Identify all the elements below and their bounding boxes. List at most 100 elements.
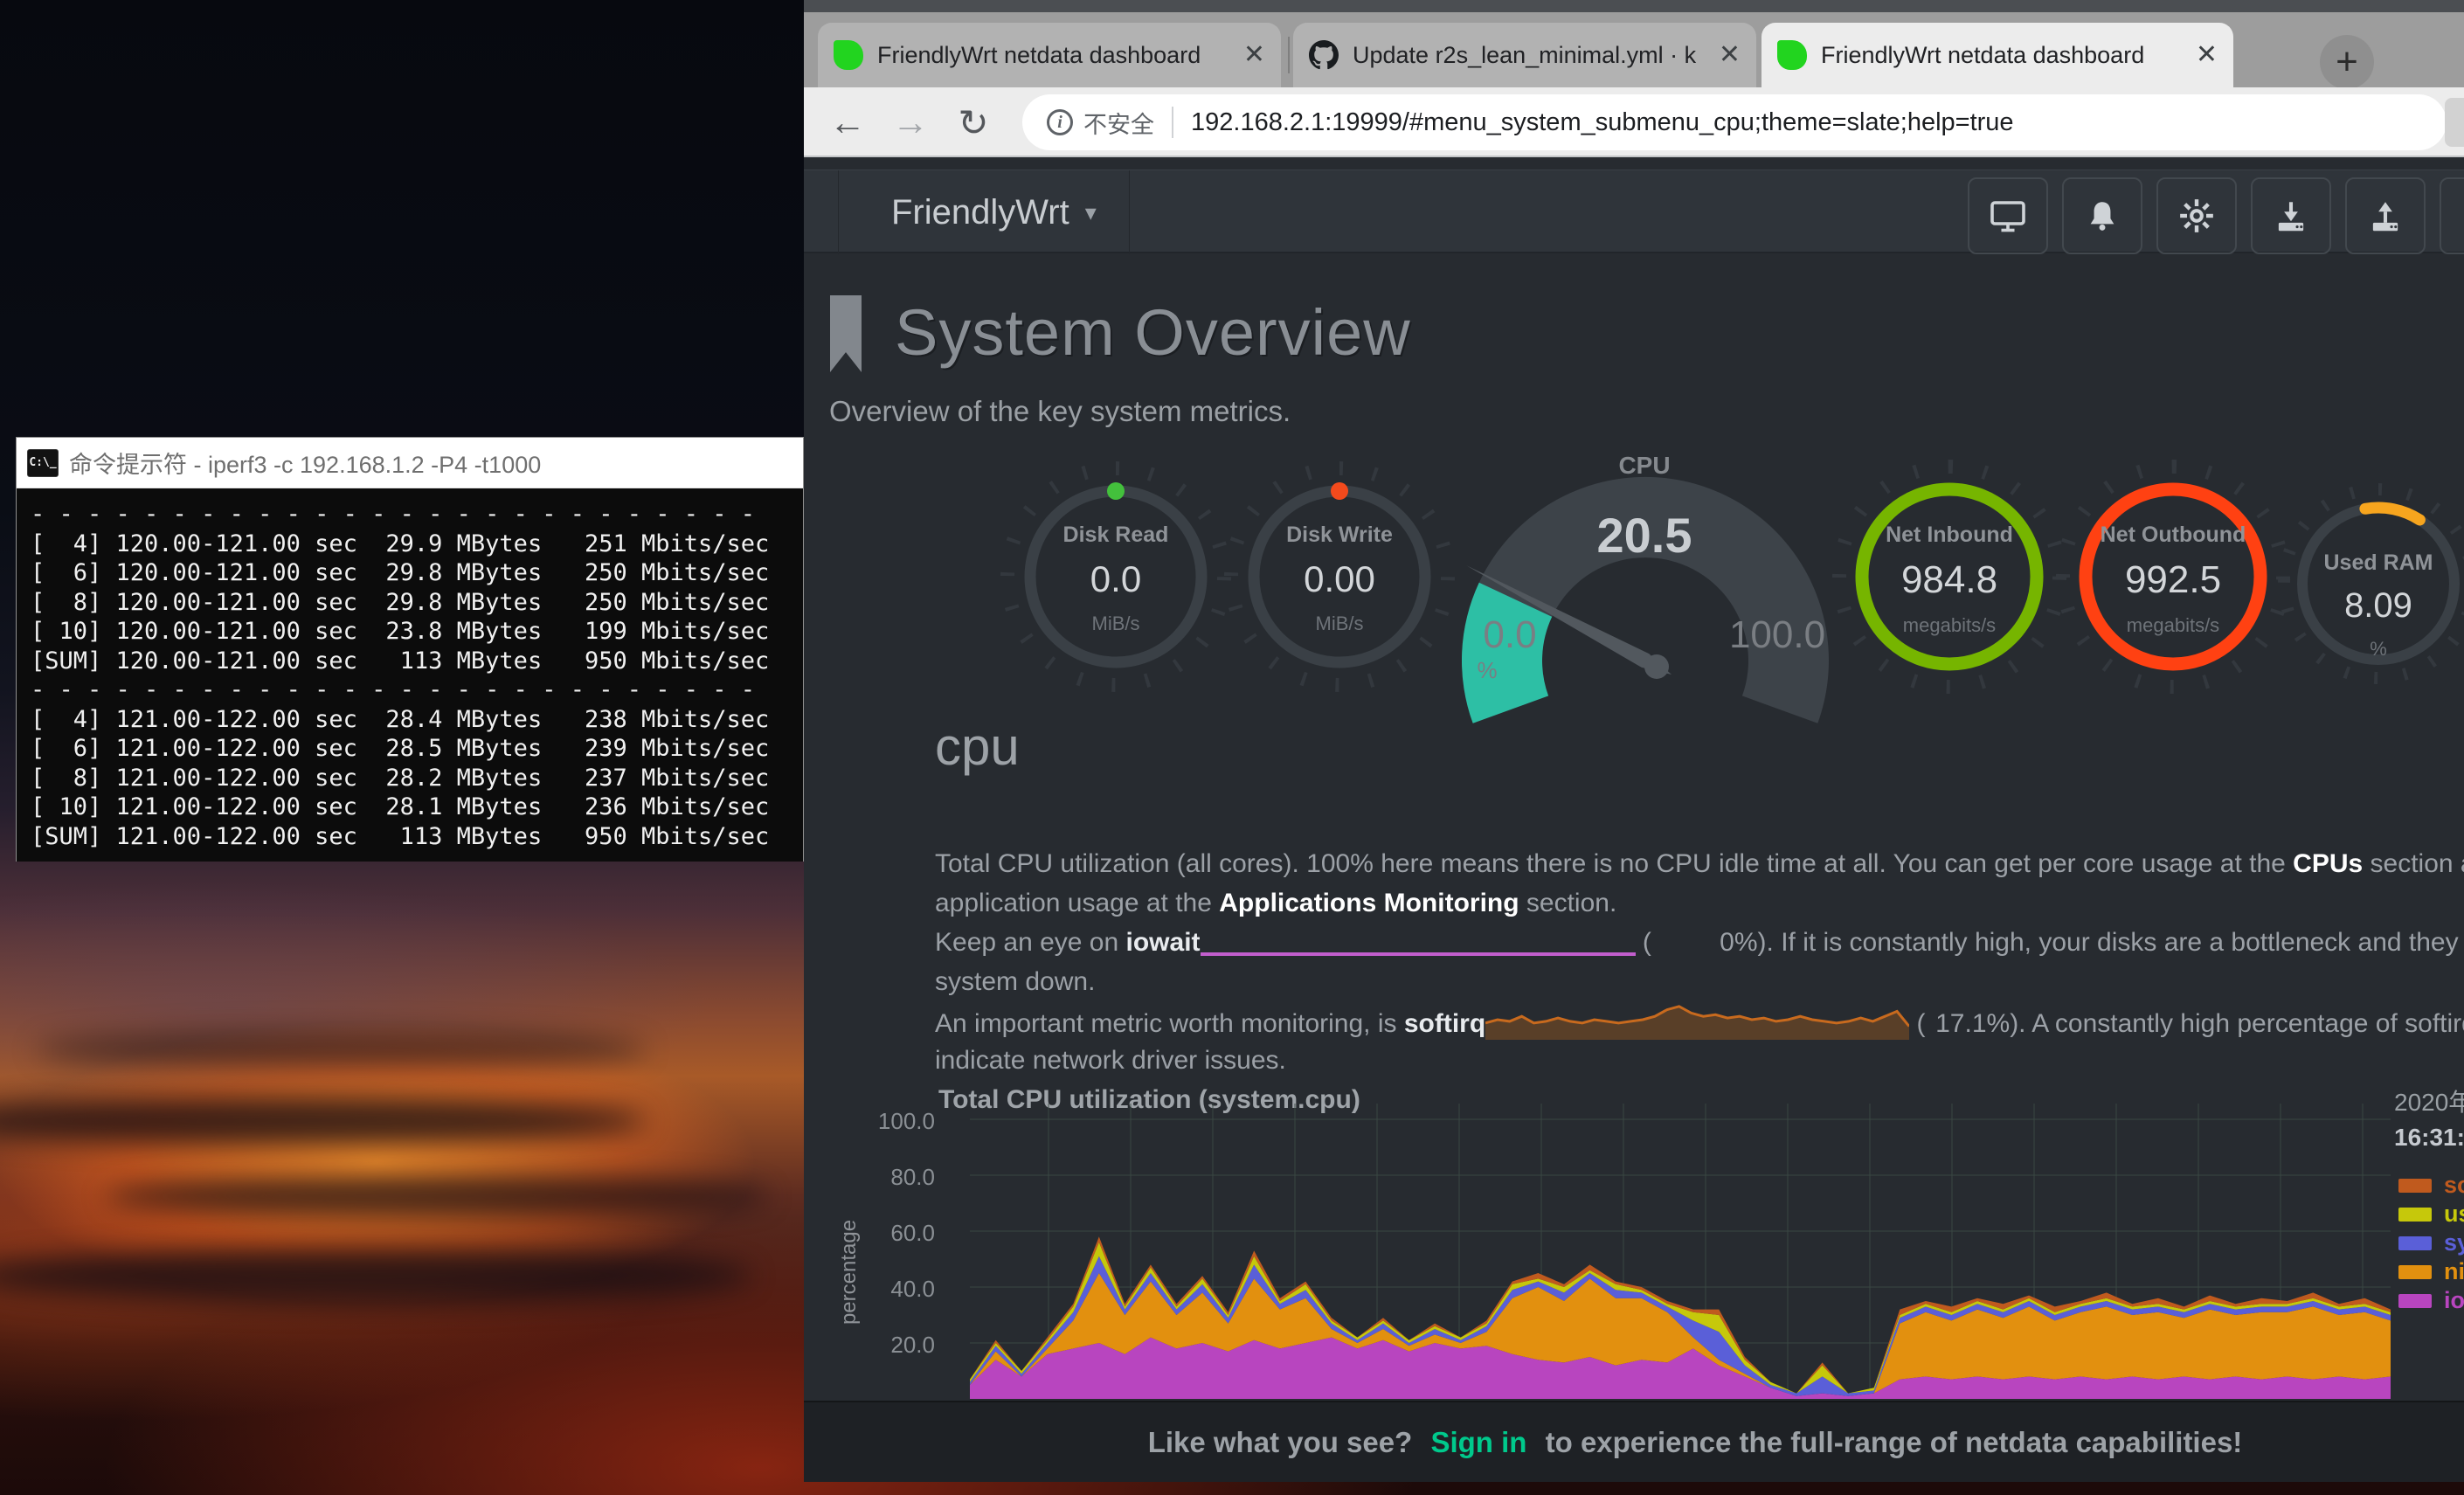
github-favicon-icon [1309,40,1339,70]
legend-label: user [2444,1201,2464,1228]
sign-in-link[interactable]: Sign in [1430,1426,1526,1458]
y-axis-tick: 40.0 [874,1276,935,1303]
gauge-value: 0.00 [1226,558,1453,600]
cloud-streak [0,1248,751,1304]
chevron-down-icon: ▾ [1085,199,1097,226]
chart-timestamp: 2020年3 16:31:2 [2394,1083,2464,1152]
gauge-label: Used RAM [2265,550,2464,576]
text: An important metric worth monitoring, is [935,1009,1404,1038]
tab-title: FriendlyWrt netdata dashboard [1821,42,2184,69]
tab-close-icon[interactable]: ✕ [1243,42,1265,68]
text: Like what you see? [1148,1426,1413,1458]
legend-item-system[interactable]: system [2398,1229,2464,1257]
omnibox-divider [1172,107,1173,138]
legend-item-iowait[interactable]: iowait [2398,1286,2464,1315]
gauge-label: Net Outbound [2059,523,2287,548]
cpu-description-line: An important metric worth monitoring, is… [935,1001,2464,1041]
cpu-gauge-min: 0.0 [1449,613,1571,657]
y-axis-label: percentage [837,1211,862,1333]
text: Total CPU utilization (all cores). 100% … [935,849,2293,878]
alarms-button[interactable] [2062,177,2142,254]
applications-monitoring-link[interactable]: Applications Monitoring [1219,889,1519,917]
cpu-utilization-chart[interactable] [970,1104,2391,1399]
bell-icon [2083,197,2121,235]
gauge-unit: megabits/s [1836,614,2063,637]
signin-text: Like what you see? Sign in to experience… [1148,1426,2243,1459]
download-icon [2272,197,2310,235]
bookmark-icon [830,295,862,372]
text: application usage at the [935,889,1219,917]
text: section and per [2363,849,2464,878]
legend-item-user[interactable]: user [2398,1200,2464,1229]
iowait-term: iowait [1126,928,1201,957]
host-dropdown[interactable]: FriendlyWrt ▾ [891,170,1097,254]
legend-swatch [2398,1294,2432,1308]
text: Keep an eye on [935,928,1126,957]
gauge-label: Disk Write [1226,523,1453,548]
gauge-value: 8.09 [2265,586,2464,626]
legend-item-softirq[interactable]: softirq [2398,1171,2464,1200]
cloud-streak [35,1031,647,1068]
signin-banner: Like what you see? Sign in to experience… [804,1401,2464,1482]
tab-friendlywrt-1[interactable]: FriendlyWrt netdata dashboard ✕ [818,23,1281,87]
gauge-net-inbound[interactable]: Net Inbound 984.8 megabits/s [1836,523,2063,637]
cloud-streak [105,1175,769,1217]
terminal-output-area[interactable]: - - - - - - - - - - - - - - - - - - - - … [17,489,803,862]
reload-button[interactable]: ↻ [949,100,998,145]
toolbar-extension-chip[interactable] [2445,98,2464,147]
netdata-navbar: FriendlyWrt ▾ [804,170,2464,253]
tab-strip: FriendlyWrt netdata dashboard ✕ Update r… [804,12,2464,87]
legend-swatch [2398,1265,2432,1279]
cpu-gauge-value: 20.5 [1566,507,1723,564]
y-axis-tick: 100.0 [874,1108,935,1135]
monitor-icon [1988,197,2028,234]
gauge-net-outbound[interactable]: Net Outbound 992.5 megabits/s [2059,523,2287,637]
iowait-sparkline [1201,931,1636,970]
section-heading-cpu: cpu [935,716,1020,777]
browser-window: FriendlyWrt netdata dashboard ✕ Update r… [804,0,2464,1482]
import-snapshot-button[interactable] [2251,177,2331,254]
forward-button[interactable]: → [886,100,935,145]
netdata-favicon-icon [1777,40,1807,70]
text: %). A constantly high percentage of soft… [1987,1009,2464,1038]
cpu-gauge-label: CPU [1575,452,1714,480]
gauge-disk-write[interactable]: Disk Write 0.00 MiB/s [1226,523,1453,635]
gauge-used-ram[interactable]: Used RAM 8.09 % [2265,550,2464,661]
export-snapshot-button[interactable] [2345,177,2426,254]
legend-label: nice [2444,1258,2464,1285]
gauge-disk-read[interactable]: Disk Read 0.0 MiB/s [1002,523,1229,635]
settings-button[interactable] [2156,177,2237,254]
text: ( [1909,1009,1925,1038]
navbar-button-partial[interactable] [2440,177,2464,254]
terminal-output-text: - - - - - - - - - - - - - - - - - - - - … [17,489,803,851]
tab-title: FriendlyWrt netdata dashboard [877,42,1231,69]
host-name: FriendlyWrt [891,193,1069,232]
tab-github[interactable]: Update r2s_lean_minimal.yml · k ✕ [1293,23,1756,87]
legend-item-nice[interactable]: nice [2398,1257,2464,1286]
site-info-icon[interactable]: i [1047,109,1073,135]
url-text[interactable]: 192.168.2.1:19999/#menu_system_submenu_c… [1191,108,2014,137]
cpu-description-line: indicate network driver issues. [935,1041,1286,1080]
back-button[interactable]: ← [823,100,872,145]
print-dashboard-button[interactable] [1968,177,2048,254]
gauge-label: Net Inbound [1836,523,2063,548]
address-bar[interactable]: i 不安全 192.168.2.1:19999/#menu_system_sub… [1022,94,2447,150]
tab-close-icon[interactable]: ✕ [1719,42,1741,68]
cpu-description-line: system down. [935,962,1095,1001]
terminal-titlebar[interactable]: C:\_ 命令提示符 - iperf3 -c 192.168.1.2 -P4 -… [17,438,803,488]
upload-icon [2366,197,2405,235]
gauge-value: 992.5 [2059,558,2287,602]
legend-label: iowait [2444,1287,2464,1314]
tab-title: Update r2s_lean_minimal.yml · k [1353,42,1706,69]
tab-close-icon[interactable]: ✕ [2196,42,2218,68]
browser-toolbar: ← → ↻ i 不安全 192.168.2.1:19999/#menu_syst… [804,87,2464,157]
cpus-link[interactable]: CPUs [2293,849,2363,878]
text: ( [1636,928,1651,957]
iowait-value: 0 [1651,923,1734,962]
y-axis-tick: 60.0 [874,1220,935,1247]
softirq-value: 17.1 [1926,1004,1987,1043]
tab-friendlywrt-2-active[interactable]: FriendlyWrt netdata dashboard ✕ [1761,23,2233,87]
cpu-gauge-unit: % [1461,657,1513,684]
gauge-value: 984.8 [1836,558,2063,602]
new-tab-button[interactable]: + [2320,35,2374,89]
